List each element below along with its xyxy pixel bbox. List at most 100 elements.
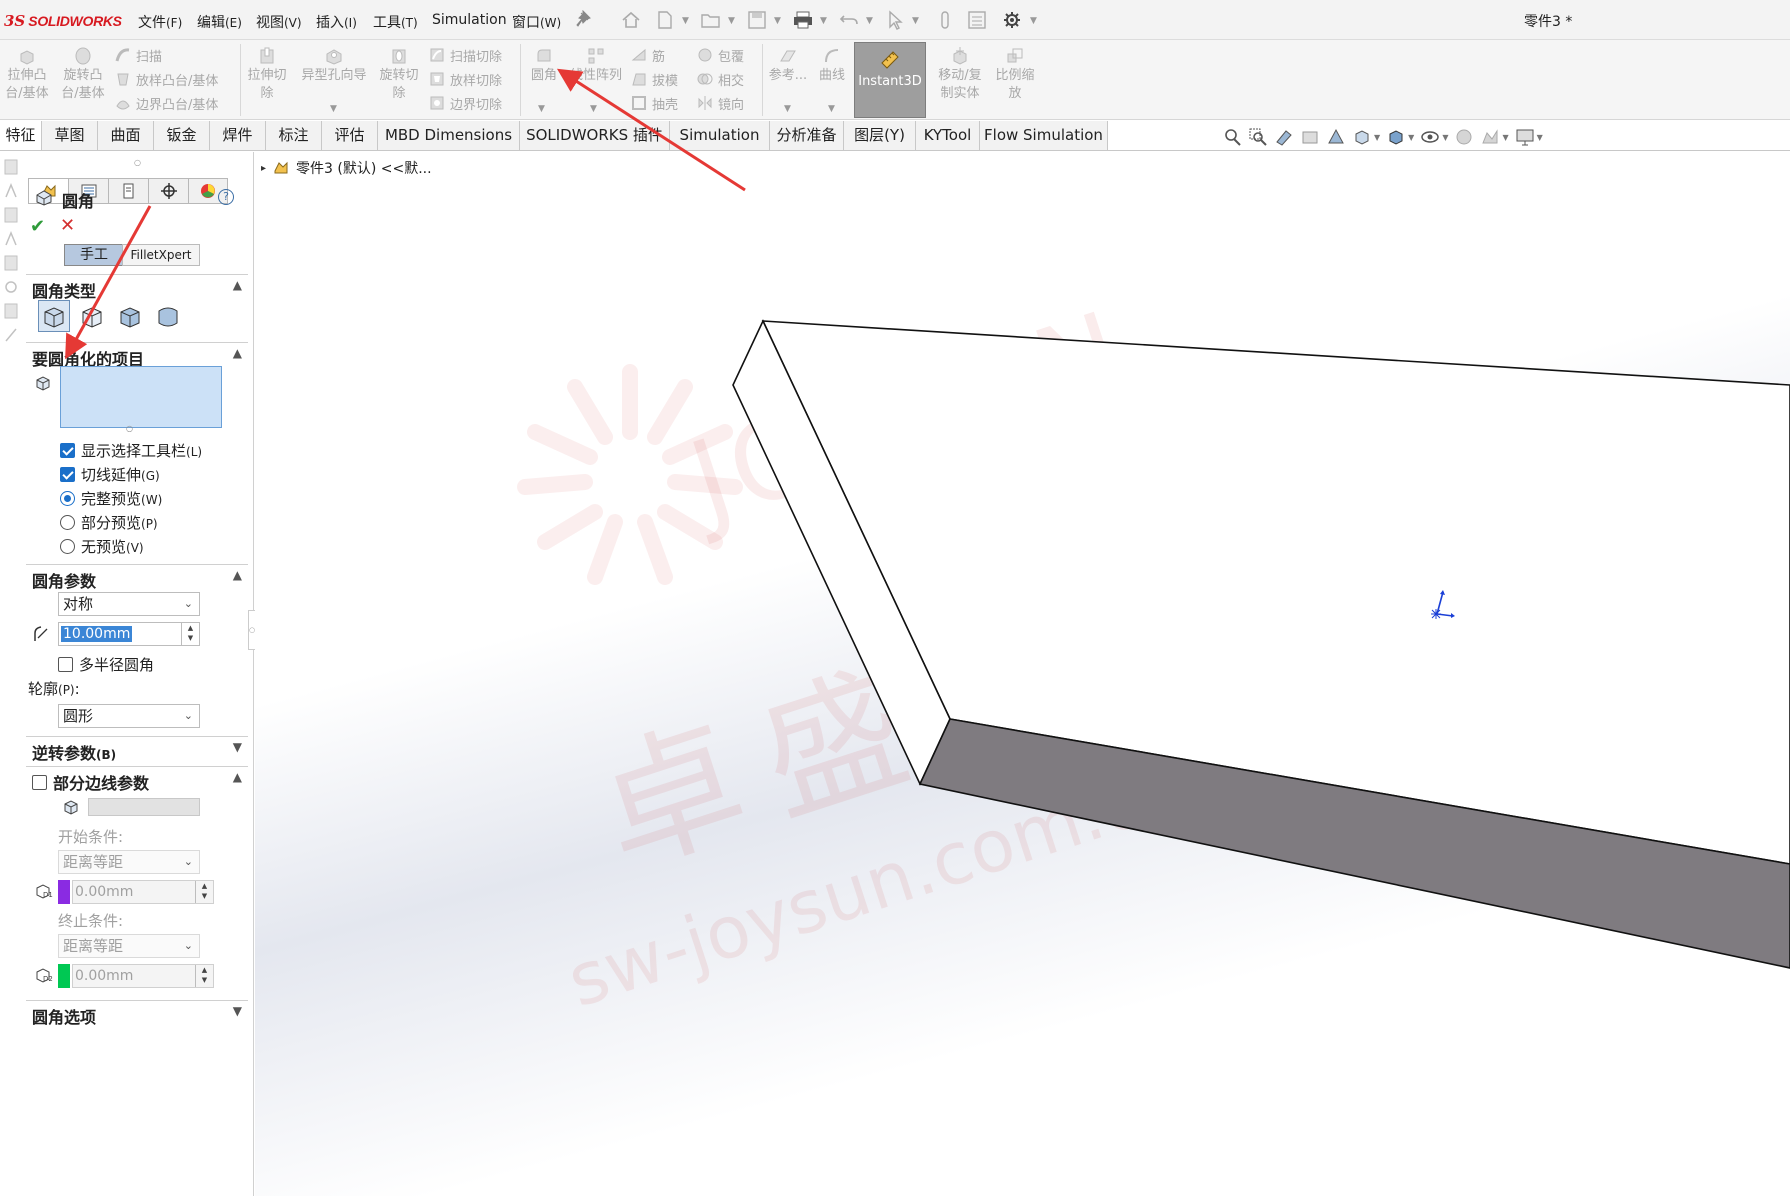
expand-chevron-down-icon[interactable]: ▼ xyxy=(233,1004,242,1018)
menu-window[interactable]: 窗口(W) xyxy=(512,12,561,32)
cancel-x-icon[interactable]: ✕ xyxy=(60,215,75,236)
reference-geometry-button[interactable]: 参考... xyxy=(766,46,810,85)
hide-show-caret-icon[interactable]: ▼ xyxy=(1442,133,1448,142)
undo-dropdown-caret-icon[interactable]: ▼ xyxy=(866,16,873,26)
loft-cut-button[interactable]: 放样切除 xyxy=(428,68,502,90)
partial-edge-checkbox[interactable] xyxy=(32,774,47,790)
radius-spinner[interactable]: ▲ ▼ xyxy=(181,623,199,645)
multi-radius-option[interactable]: 多半径圆角 xyxy=(58,654,154,675)
fillet-type-face-button[interactable] xyxy=(114,300,146,332)
select-dropdown-caret-icon[interactable]: ▼ xyxy=(912,16,919,26)
multi-radius-checkbox[interactable] xyxy=(58,657,73,672)
open-folder-icon[interactable] xyxy=(700,10,722,30)
hole-wizard-caret-icon[interactable]: ▼ xyxy=(330,104,337,114)
d2-spinner[interactable]: ▲ ▼ xyxy=(195,965,213,987)
wrap-button[interactable]: 包覆 xyxy=(696,44,744,66)
tab-simulation[interactable]: Simulation xyxy=(670,121,770,150)
tab-mbd-dimensions[interactable]: MBD Dimensions xyxy=(378,121,520,150)
collapse-chevron-up-icon[interactable]: ▲ xyxy=(233,770,242,784)
start-condition-select[interactable]: 距离等距 ⌄ xyxy=(58,850,200,874)
curves-caret-icon[interactable]: ▼ xyxy=(828,104,835,114)
tangent-propagation-checkbox[interactable] xyxy=(60,467,75,482)
apply-scene-icon[interactable] xyxy=(1480,127,1500,147)
extrude-boss-button[interactable]: 拉伸凸台/基体 xyxy=(2,46,52,103)
pattern-caret-icon[interactable]: ▼ xyxy=(590,104,597,114)
mode-filletxpert-button[interactable]: FilletXpert xyxy=(122,244,200,266)
previous-view-icon[interactable] xyxy=(1274,127,1294,147)
curves-button[interactable]: 曲线 xyxy=(814,46,850,85)
fillet-button[interactable]: 圆角 xyxy=(524,46,564,85)
dynamic-annotation-icon[interactable] xyxy=(1326,127,1346,147)
zoom-to-area-icon[interactable] xyxy=(1248,127,1268,147)
strip-icon-5[interactable] xyxy=(4,254,18,272)
view-orientation-icon[interactable] xyxy=(1352,127,1372,147)
tab-flow-simulation[interactable]: Flow Simulation xyxy=(980,121,1108,150)
d1-distance-input[interactable]: 0.00mm ▲ ▼ xyxy=(72,880,214,904)
graphics-viewport[interactable]: JOYSUN 卓盛信息 sw-joysun.com.cn ▸ 零件3 (默认) … xyxy=(255,152,1790,1196)
tab-features[interactable]: 特征 xyxy=(0,121,42,150)
d1-spinner[interactable]: ▲ ▼ xyxy=(195,881,213,903)
boundary-cut-button[interactable]: 边界切除 xyxy=(428,92,502,114)
select-cursor-icon[interactable] xyxy=(884,10,906,30)
fillet-type-full-round-button[interactable] xyxy=(152,300,184,332)
save-icon[interactable] xyxy=(746,10,768,30)
tab-markup[interactable]: 标注 xyxy=(266,121,322,150)
instant3d-button[interactable]: Instant3D xyxy=(854,42,926,118)
show-selection-toolbar-checkbox[interactable] xyxy=(60,443,75,458)
no-preview-radio[interactable] xyxy=(60,539,75,554)
options-gear-icon[interactable] xyxy=(1001,10,1023,30)
fillet-type-variable-size-button[interactable] xyxy=(76,300,108,332)
tab-sketch[interactable]: 草图 xyxy=(42,121,98,150)
revolve-cut-button[interactable]: 旋转切除 xyxy=(376,46,422,103)
collapse-chevron-up-icon[interactable]: ▲ xyxy=(233,346,242,360)
tangent-propagation-option[interactable]: 切线延伸(G) xyxy=(60,464,160,485)
strip-icon-7[interactable] xyxy=(4,302,18,320)
sweep-button[interactable]: 扫描 xyxy=(114,44,162,66)
section-view-icon[interactable] xyxy=(1300,127,1320,147)
tab-sheet-metal[interactable]: 钣金 xyxy=(154,121,210,150)
menu-view[interactable]: 视图(V) xyxy=(256,12,302,32)
rebuild-icon[interactable] xyxy=(934,10,956,30)
section-fillet-options[interactable]: 圆角选项 ▼ xyxy=(32,1004,246,1028)
mirror-button[interactable]: 镜向 xyxy=(696,92,744,114)
ok-checkmark-icon[interactable]: ✔ xyxy=(30,216,45,237)
tab-surfaces[interactable]: 曲面 xyxy=(98,121,154,150)
strip-icon-2[interactable] xyxy=(4,182,18,200)
strip-icon-3[interactable] xyxy=(4,206,18,224)
view-settings-monitor-icon[interactable] xyxy=(1515,127,1535,147)
linear-pattern-button[interactable]: 线性阵列 xyxy=(566,46,626,85)
partial-edge-selection-box[interactable] xyxy=(88,798,200,816)
mode-manual-button[interactable]: 手工 xyxy=(64,244,124,266)
section-setback-parameters[interactable]: 逆转参数(B) ▼ xyxy=(32,740,246,764)
partial-preview-option[interactable]: 部分预览(P) xyxy=(60,512,158,533)
undo-icon[interactable] xyxy=(838,10,860,30)
expand-chevron-down-icon[interactable]: ▼ xyxy=(233,740,242,754)
d2-distance-input[interactable]: 0.00mm ▲ ▼ xyxy=(72,964,214,988)
reference-caret-icon[interactable]: ▼ xyxy=(784,104,791,114)
tab-weldments[interactable]: 焊件 xyxy=(210,121,266,150)
view-orientation-caret-icon[interactable]: ▼ xyxy=(1374,133,1380,142)
menu-edit[interactable]: 编辑(E) xyxy=(197,12,242,32)
edit-appearance-icon[interactable] xyxy=(1454,127,1474,147)
full-preview-option[interactable]: 完整预览(W) xyxy=(60,488,162,509)
section-fillet-type[interactable]: 圆角类型 ▲ xyxy=(32,278,246,302)
file-properties-icon[interactable] xyxy=(966,10,988,30)
loft-boss-button[interactable]: 放样凸台/基体 xyxy=(114,68,218,90)
strip-icon-4[interactable] xyxy=(4,230,18,248)
extrude-cut-button[interactable]: 拉伸切除 xyxy=(244,46,290,103)
options-dropdown-caret-icon[interactable]: ▼ xyxy=(1030,16,1037,26)
boundary-boss-button[interactable]: 边界凸台/基体 xyxy=(114,92,218,114)
draft-button[interactable]: 拔模 xyxy=(630,68,678,90)
solidworks-logo[interactable]: 3S SOLIDWORKS xyxy=(4,10,122,32)
part-model-3d[interactable] xyxy=(255,152,1790,1196)
tab-layers[interactable]: 图层(Y) xyxy=(844,121,916,150)
profile-select[interactable]: 圆形 ⌄ xyxy=(58,704,200,728)
help-icon[interactable]: ? xyxy=(218,189,234,205)
apply-scene-caret-icon[interactable]: ▼ xyxy=(1502,133,1508,142)
fillet-type-constant-size-button[interactable] xyxy=(38,300,70,332)
show-selection-toolbar-option[interactable]: 显示选择工具栏(L) xyxy=(60,440,202,461)
hide-show-items-icon[interactable] xyxy=(1420,127,1440,147)
fillet-caret-icon[interactable]: ▼ xyxy=(538,104,545,114)
revolve-boss-button[interactable]: 旋转凸台/基体 xyxy=(58,46,108,103)
section-fillet-parameters[interactable]: 圆角参数 ▲ xyxy=(32,568,246,592)
